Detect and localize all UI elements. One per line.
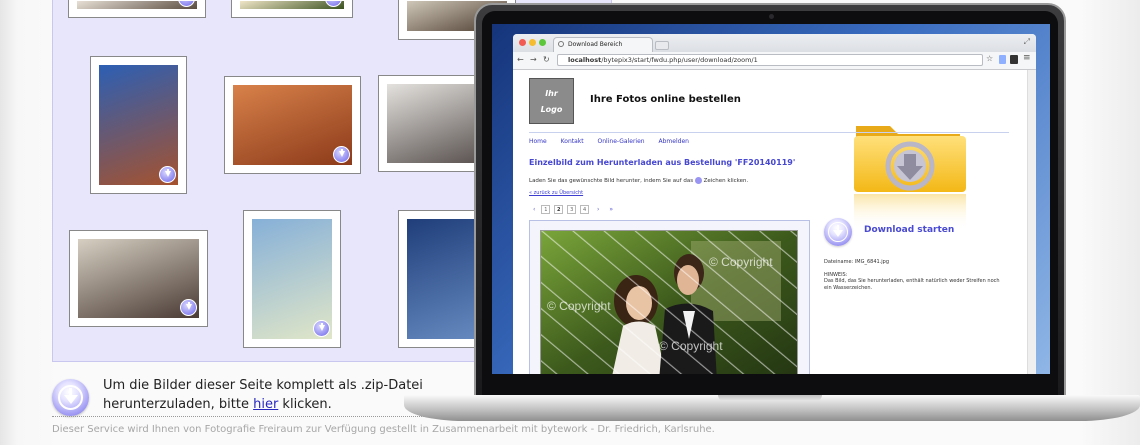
laptop-screen: Download Bereich ⤢ ← → ↻ localhost/bytep…: [492, 24, 1050, 374]
gallery-thumbnail[interactable]: [224, 76, 361, 174]
pager-prev-icon[interactable]: ‹: [533, 206, 535, 213]
download-icon[interactable]: [52, 379, 89, 416]
photo-top-1: [77, 1, 197, 9]
intro-suffix: Zeichen klicken.: [703, 178, 749, 184]
extension-icon-2[interactable]: [1010, 55, 1018, 64]
gallery-thumbnail[interactable]: [90, 56, 187, 194]
site-title: Ihre Fotos online bestellen: [590, 94, 741, 105]
intro-prefix: Laden Sie das gewünschte Bild herunter, …: [529, 178, 694, 184]
minimize-window-icon[interactable]: [529, 39, 536, 46]
photo-banquet: [233, 85, 352, 165]
pagination: ‹ 1 2 3 4 › »: [529, 205, 617, 215]
browser-toolbar: ← → ↻ localhost/bytepix3/start/fwdu.php/…: [513, 52, 1036, 70]
browser-tab[interactable]: Download Bereich: [553, 37, 653, 52]
new-tab-button[interactable]: [655, 41, 669, 50]
close-window-icon[interactable]: [519, 39, 526, 46]
photo-cake: [78, 239, 199, 318]
laptop-base: [404, 395, 1140, 421]
photo-top-2: [240, 1, 344, 9]
intro-text: Laden Sie das gewünschte Bild herunter, …: [529, 177, 748, 184]
menu-icon[interactable]: ≡: [1023, 53, 1031, 63]
bookmark-star-icon[interactable]: ☆: [986, 54, 993, 63]
fullscreen-icon[interactable]: ⤢: [1024, 37, 1030, 47]
gallery-thumbnail[interactable]: [243, 210, 341, 348]
reload-icon[interactable]: ↻: [543, 55, 550, 64]
laptop-mockup: Download Bereich ⤢ ← → ↻ localhost/bytep…: [404, 0, 1140, 445]
watermark-2: © Copyright: [709, 255, 773, 269]
zip-download-text: Um die Bilder dieser Seite komplett als …: [103, 376, 423, 414]
page-3[interactable]: 3: [567, 205, 577, 214]
back-icon[interactable]: ←: [517, 55, 524, 64]
zip-line-1: Um die Bilder dieser Seite komplett als …: [103, 378, 423, 393]
inline-download-icon: [694, 177, 702, 184]
download-icon[interactable]: [313, 320, 330, 337]
download-icon[interactable]: [325, 1, 342, 7]
gallery-thumbnail[interactable]: [69, 230, 208, 327]
page-4[interactable]: 4: [580, 205, 590, 214]
header-divider: [529, 132, 1009, 133]
extension-icon[interactable]: [999, 55, 1006, 64]
photo-garden-fence: [252, 219, 332, 339]
page-scrollbar[interactable]: [1027, 70, 1036, 374]
watermark-1: © Copyright: [547, 299, 611, 313]
url-host: localhost: [568, 56, 602, 64]
menu-abmelden[interactable]: Abmelden: [659, 138, 689, 145]
address-bar[interactable]: localhost/bytepix3/start/fwdu.php/user/d…: [557, 54, 983, 66]
logo-line-2: Logo: [540, 105, 563, 114]
logo-line-1: Ihr: [545, 89, 558, 98]
camera-icon: [769, 14, 774, 19]
photo-preview-frame: © Copyright © Copyright © Copyright: [529, 220, 810, 374]
browser-window: Download Bereich ⤢ ← → ↻ localhost/bytep…: [513, 34, 1036, 374]
gallery-thumbnail[interactable]: [68, 0, 206, 18]
download-start-link[interactable]: Download starten: [864, 225, 954, 235]
page-2[interactable]: 2: [554, 205, 564, 214]
photo-bride-cans: [99, 65, 178, 185]
download-folder-icon: [854, 126, 966, 230]
download-icon[interactable]: [333, 146, 350, 163]
photo-preview: © Copyright © Copyright © Copyright: [540, 230, 798, 374]
page-1[interactable]: 1: [541, 205, 551, 214]
web-page: Ihr Logo Ihre Fotos online bestellen Hom…: [513, 70, 1036, 374]
watermark-3: © Copyright: [659, 339, 723, 353]
pager-next-icon[interactable]: ›: [597, 206, 599, 213]
zip-line-2-prefix: herunterzuladen, bitte: [103, 397, 254, 412]
download-icon[interactable]: [824, 218, 852, 246]
download-icon[interactable]: [178, 1, 195, 7]
url-path: /bytepix3/start/fwdu.php/user/download/z…: [601, 56, 758, 64]
download-icon[interactable]: [180, 299, 197, 316]
file-info: Dateiname: IMG_6841.jpg HINWEIS: Das Bil…: [824, 259, 1004, 291]
forward-icon[interactable]: →: [530, 55, 537, 64]
zip-line-2-suffix: klicken.: [278, 397, 332, 412]
site-logo[interactable]: Ihr Logo: [529, 78, 574, 124]
menu-home[interactable]: Home: [529, 138, 547, 145]
download-icon[interactable]: [159, 166, 176, 183]
menu-online-galerien[interactable]: Online-Galerien: [598, 138, 645, 145]
browser-tab-bar: Download Bereich ⤢: [513, 34, 1036, 52]
maximize-window-icon[interactable]: [539, 39, 546, 46]
main-menu: Home Kontakt Online-Galerien Abmelden: [529, 138, 701, 145]
gallery-thumbnail[interactable]: [231, 0, 353, 18]
zip-download-link[interactable]: hier: [253, 397, 278, 412]
hint-text: Das Bild, das Sie herunterladen, enthält…: [824, 278, 1000, 291]
pager-last-icon[interactable]: »: [609, 206, 613, 213]
back-to-overview-link[interactable]: « zurück zu Übersicht: [529, 190, 583, 196]
page-heading: Einzelbild zum Herunterladen aus Bestell…: [529, 158, 796, 167]
menu-kontakt[interactable]: Kontakt: [561, 138, 584, 145]
